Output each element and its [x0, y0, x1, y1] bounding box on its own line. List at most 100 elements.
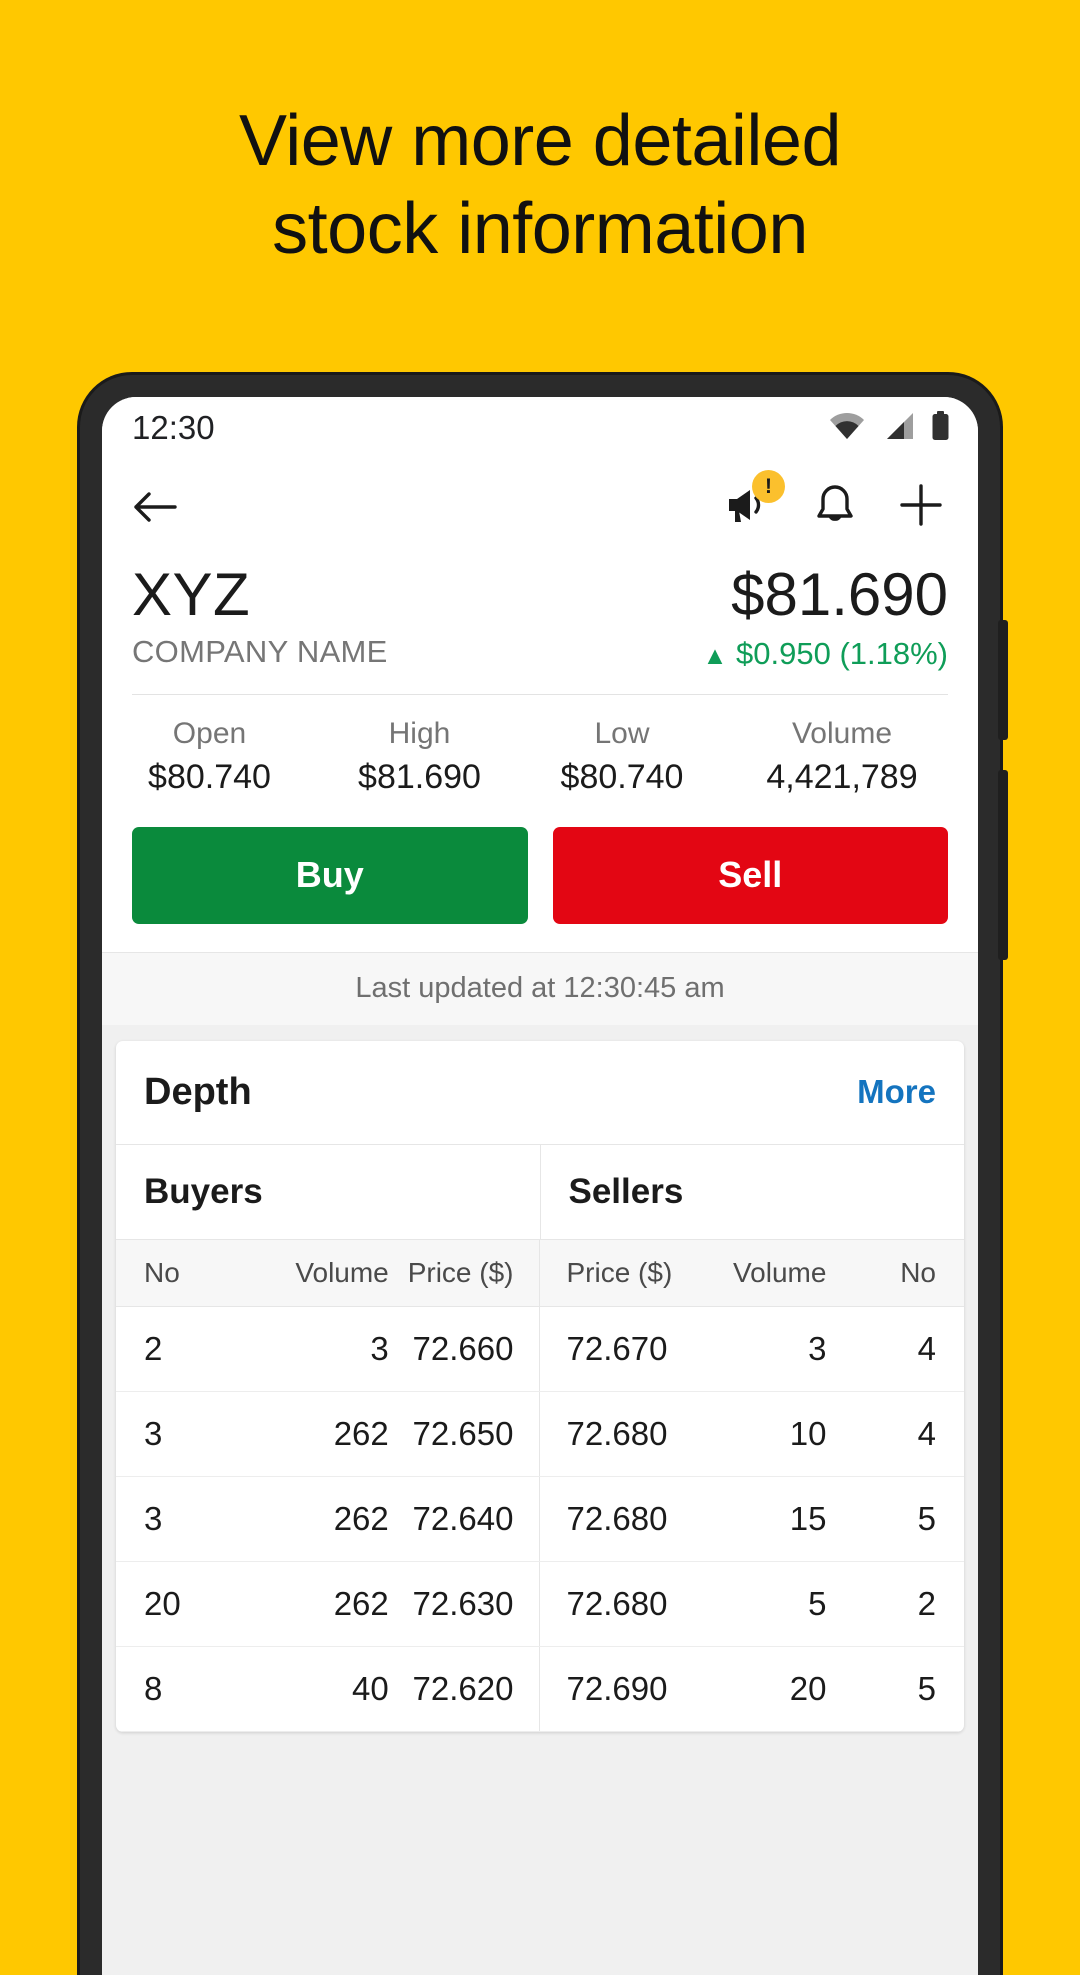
- promo-headline: View more detailed stock information: [0, 98, 1080, 274]
- col-buy-no: No: [116, 1238, 239, 1307]
- plus-icon: [898, 482, 944, 533]
- col-sell-volume: Volume: [706, 1238, 827, 1307]
- depth-card-header: Depth More: [116, 1041, 964, 1144]
- cell-sell-no: 4: [826, 1391, 964, 1477]
- cell-buy-price: 72.660: [388, 1306, 541, 1392]
- depth-table-header-row: No Volume Price ($) Price ($) Volume No: [116, 1238, 964, 1307]
- cell-sell-no: 5: [826, 1646, 964, 1732]
- cell-buy-volume: 262: [238, 1391, 389, 1477]
- stat-high: High $81.690: [317, 715, 522, 799]
- cellular-icon: [882, 412, 914, 445]
- cell-sell-no: 4: [826, 1306, 964, 1392]
- trade-actions: Buy Sell: [102, 804, 978, 952]
- bell-icon: [814, 483, 856, 532]
- quote-identity: XYZ COMPANY NAME: [132, 561, 388, 670]
- cell-buy-price: 72.640: [388, 1476, 541, 1562]
- price-change: ▲ $0.950 (1.18%): [703, 636, 948, 672]
- stat-open-value: $80.740: [148, 758, 271, 797]
- power-button[interactable]: [998, 620, 1008, 740]
- promo-headline-line1: View more detailed: [238, 101, 842, 181]
- change-arrow-icon: ▲: [702, 641, 728, 670]
- cell-sell-volume: 10: [706, 1391, 827, 1477]
- cell-sell-volume: 5: [706, 1561, 827, 1647]
- cell-sell-price: 72.680: [539, 1391, 707, 1477]
- cell-buy-volume: 262: [238, 1561, 389, 1647]
- table-row[interactable]: 3 262 72.640 72.680 15 5: [116, 1476, 964, 1562]
- last-price: $81.690: [731, 561, 948, 628]
- depth-side-headers: Buyers Sellers: [116, 1143, 964, 1239]
- company-name: COMPANY NAME: [132, 633, 388, 669]
- cell-buy-volume: 3: [238, 1306, 389, 1392]
- ohlcv-stats: Open $80.740 High $81.690 Low $80.740 Vo…: [102, 694, 978, 805]
- stat-overflow-value: $: [962, 719, 978, 762]
- table-row[interactable]: 3 262 72.650 72.680 10 4: [116, 1391, 964, 1477]
- depth-more-link[interactable]: More: [857, 1073, 936, 1111]
- table-row[interactable]: 20 262 72.630 72.680 5 2: [116, 1561, 964, 1647]
- cell-buy-no: 3: [116, 1391, 239, 1477]
- promo-headline-line2: stock information: [272, 188, 808, 269]
- col-buy-price: Price ($): [388, 1238, 541, 1307]
- quote-pricing: $81.690 ▲ $0.950 (1.18%): [703, 561, 948, 672]
- volume-button[interactable]: [998, 770, 1008, 960]
- status-icon-group: [829, 410, 950, 446]
- stat-volume-value: 4,421,789: [766, 758, 918, 797]
- phone-mockup: 12:30 ! XYZ COMPANY NAME $81.690 ▲ $0.95…: [80, 375, 1008, 1975]
- cell-sell-price: 72.690: [539, 1646, 707, 1732]
- cell-buy-no: 3: [116, 1476, 239, 1562]
- sell-button[interactable]: Sell: [552, 826, 948, 924]
- cell-buy-volume: 262: [238, 1476, 389, 1562]
- buyers-label: Buyers: [116, 1144, 541, 1239]
- cell-buy-no: 20: [116, 1561, 239, 1647]
- depth-title: Depth: [144, 1070, 252, 1113]
- status-time: 12:30: [132, 409, 215, 446]
- col-buy-volume: Volume: [238, 1238, 389, 1307]
- sellers-label: Sellers: [568, 1171, 684, 1211]
- cell-buy-price: 72.620: [388, 1646, 541, 1732]
- cell-sell-price: 72.670: [539, 1306, 707, 1392]
- add-button[interactable]: [898, 482, 944, 533]
- announcement-button[interactable]: !: [724, 469, 785, 531]
- stat-low-value: $80.740: [560, 758, 684, 797]
- stat-low-label: Low: [594, 716, 650, 750]
- depth-card-area: Depth More Buyers Sellers No Volume Pric…: [102, 1024, 978, 1732]
- stat-volume-label: Volume: [791, 716, 893, 750]
- cell-sell-price: 72.680: [539, 1561, 707, 1647]
- col-sell-no: No: [826, 1238, 964, 1307]
- stock-symbol: XYZ: [132, 561, 251, 628]
- navbar-action-group: !: [724, 469, 944, 533]
- cell-buy-no: 2: [116, 1306, 239, 1392]
- wifi-icon: [829, 412, 865, 445]
- stat-open: Open $80.740: [102, 715, 317, 799]
- cell-buy-price: 72.630: [388, 1561, 541, 1647]
- stat-high-label: High: [388, 716, 451, 750]
- quote-main-row: XYZ COMPANY NAME $81.690 ▲ $0.950 (1.18%…: [132, 561, 948, 672]
- cell-sell-volume: 3: [706, 1306, 827, 1392]
- back-button[interactable]: [132, 487, 178, 527]
- col-sell-price: Price ($): [539, 1238, 707, 1307]
- change-percent: (1.18%): [839, 635, 948, 671]
- table-row[interactable]: 2 3 72.660 72.670 3 4: [116, 1306, 964, 1392]
- stat-open-label: Open: [172, 716, 247, 750]
- alerts-button[interactable]: [814, 483, 856, 532]
- status-bar: 12:30: [102, 397, 978, 459]
- app-navbar: !: [102, 459, 978, 555]
- battery-icon: [931, 410, 950, 446]
- announcement-badge: !: [752, 469, 785, 503]
- stat-low: Low $80.740: [522, 715, 722, 799]
- last-updated-text: Last updated at 12:30:45 am: [102, 951, 978, 1025]
- cell-sell-no: 5: [826, 1476, 964, 1562]
- stat-high-value: $81.690: [358, 758, 481, 797]
- quote-header: XYZ COMPANY NAME $81.690 ▲ $0.950 (1.18%…: [102, 555, 978, 695]
- table-row[interactable]: 8 40 72.620 72.690 20 5: [116, 1646, 964, 1732]
- cell-sell-volume: 20: [706, 1646, 827, 1732]
- depth-card: Depth More Buyers Sellers No Volume Pric…: [116, 1040, 964, 1732]
- cell-buy-price: 72.650: [388, 1391, 541, 1477]
- stat-volume: Volume 4,421,789: [722, 715, 962, 799]
- cell-sell-price: 72.680: [539, 1476, 707, 1562]
- cell-sell-volume: 15: [706, 1476, 827, 1562]
- phone-screen: 12:30 ! XYZ COMPANY NAME $81.690 ▲ $0.95…: [102, 397, 978, 1975]
- buy-button[interactable]: Buy: [132, 826, 528, 924]
- depth-table: No Volume Price ($) Price ($) Volume No …: [116, 1238, 964, 1732]
- cell-sell-no: 2: [826, 1561, 964, 1647]
- cell-buy-volume: 40: [238, 1646, 389, 1732]
